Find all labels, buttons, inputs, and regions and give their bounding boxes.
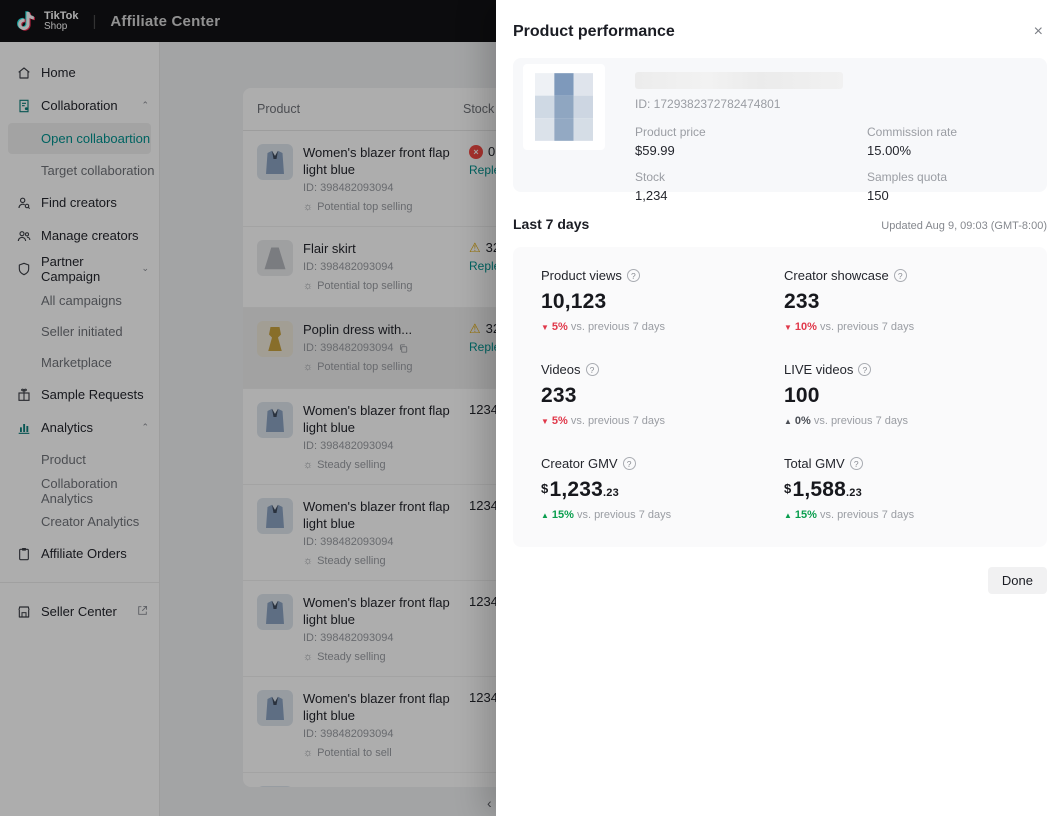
product-id: ID: 1729382372782474801 (635, 97, 1035, 111)
product-price: Product price $59.99 (635, 125, 867, 158)
trend-up-icon: ▲ (784, 417, 792, 426)
stat-creator-gmv: Creator GMV? $1,233.23 ▲15%vs. previous … (541, 456, 784, 521)
trend-down-icon: ▼ (784, 323, 792, 332)
product-stock: Stock 1,234 (635, 170, 867, 203)
trend-down-icon: ▼ (541, 323, 549, 332)
product-name-skeleton (635, 72, 843, 89)
product-performance-drawer: Product performance × ID: 17293823727824… (496, 0, 1061, 816)
help-icon[interactable]: ? (627, 269, 640, 282)
stat-product-views: Product views? 10,123 ▼5%vs. previous 7 … (541, 268, 784, 333)
modal-scrim (0, 0, 496, 816)
commission-rate: Commission rate 15.00% (867, 125, 1035, 158)
stat-videos: Videos? 233 ▼5%vs. previous 7 days (541, 362, 784, 427)
help-icon[interactable]: ? (858, 363, 871, 376)
samples-quota: Samples quota 150 (867, 170, 1035, 203)
stat-live-videos: LIVE videos? 100 ▲0%vs. previous 7 days (784, 362, 1027, 427)
help-icon[interactable]: ? (586, 363, 599, 376)
product-info-card: ID: 1729382372782474801 Product price $5… (513, 58, 1047, 192)
trend-up-icon: ▲ (541, 511, 549, 520)
stat-total-gmv: Total GMV? $1,588.23 ▲15%vs. previous 7 … (784, 456, 1027, 521)
close-icon[interactable]: × (1030, 22, 1047, 42)
trend-up-icon: ▲ (784, 511, 792, 520)
stat-creator-showcase: Creator showcase? 233 ▼10%vs. previous 7… (784, 268, 1027, 333)
period-label: Last 7 days (513, 216, 589, 232)
drawer-title: Product performance (513, 23, 675, 41)
help-icon[interactable]: ? (623, 457, 636, 470)
trend-down-icon: ▼ (541, 417, 549, 426)
help-icon[interactable]: ? (894, 269, 907, 282)
updated-timestamp: Updated Aug 9, 09:03 (GMT-8:00) (881, 220, 1047, 232)
product-thumbnail (523, 64, 605, 150)
done-button[interactable]: Done (988, 567, 1047, 594)
help-icon[interactable]: ? (850, 457, 863, 470)
stats-card: Product views? 10,123 ▼5%vs. previous 7 … (513, 247, 1047, 547)
